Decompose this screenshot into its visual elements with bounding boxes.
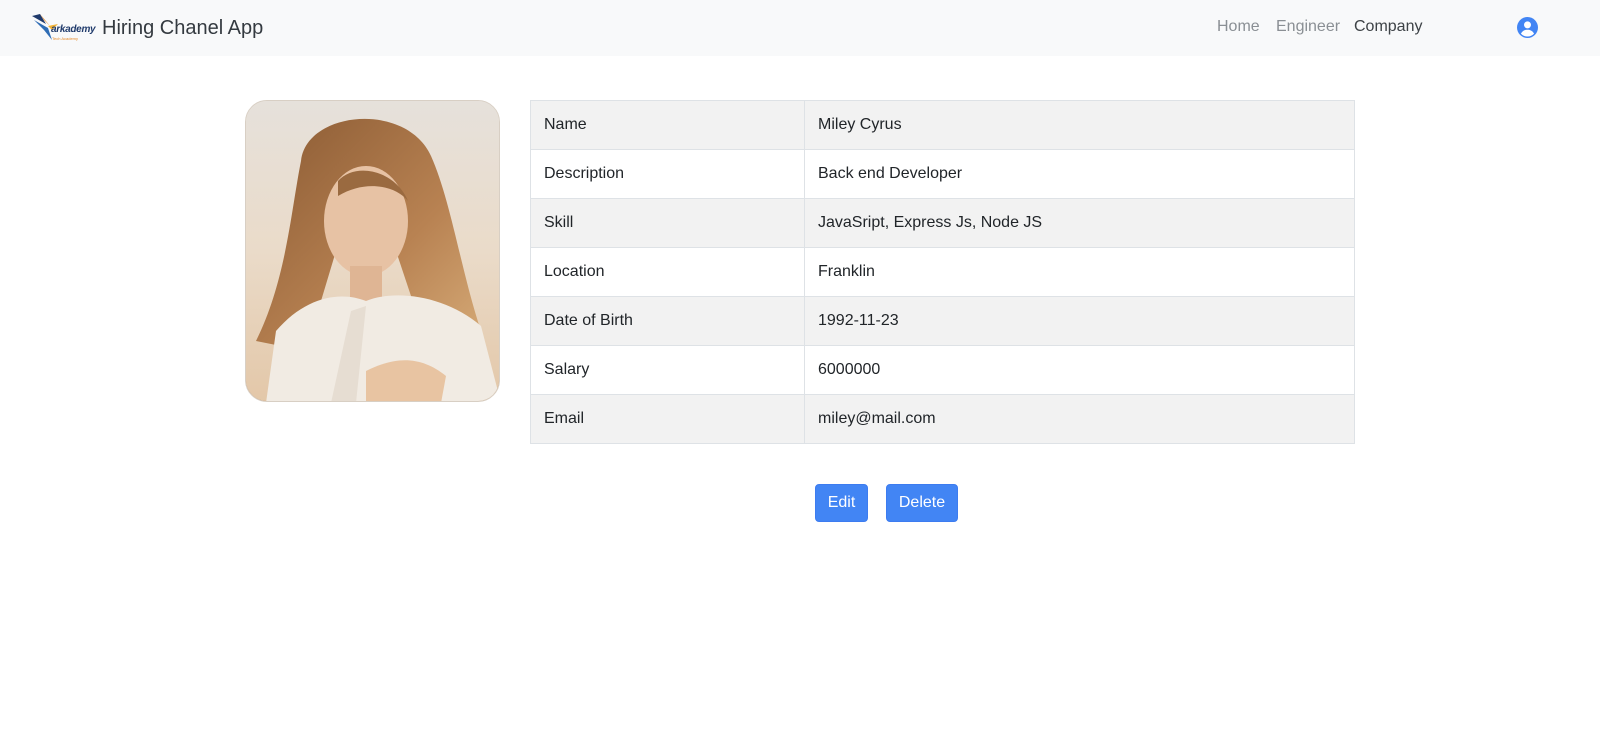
- table-row: Location Franklin: [530, 247, 1355, 297]
- user-circle-icon[interactable]: [1517, 17, 1538, 38]
- profile-photo: [245, 100, 500, 402]
- row-value: Franklin: [804, 247, 1355, 297]
- navbar: arkademy Tech Academy Hiring Chanel App …: [0, 0, 1600, 56]
- row-label: Description: [530, 149, 805, 199]
- row-label: Location: [530, 247, 805, 297]
- app-title: Hiring Chanel App: [102, 16, 264, 39]
- nav-home-link[interactable]: Home: [1217, 18, 1260, 36]
- edit-button[interactable]: Edit: [815, 484, 868, 522]
- row-value: JavaSript, Express Js, Node JS: [804, 198, 1355, 248]
- nav-company-link[interactable]: Company: [1354, 18, 1422, 36]
- brand[interactable]: arkademy Tech Academy Hiring Chanel App: [30, 10, 263, 46]
- table-row: Email miley@mail.com: [530, 394, 1355, 444]
- row-label: Date of Birth: [530, 296, 805, 346]
- logo-word: arkademy: [51, 24, 96, 35]
- table-row: Date of Birth 1992-11-23: [530, 296, 1355, 346]
- table-row: Skill JavaSript, Express Js, Node JS: [530, 198, 1355, 248]
- row-label: Email: [530, 394, 805, 444]
- row-value: Miley Cyrus: [804, 100, 1355, 150]
- table-row: Description Back end Developer: [530, 149, 1355, 199]
- row-value: Back end Developer: [804, 149, 1355, 199]
- table-row: Name Miley Cyrus: [530, 100, 1355, 150]
- arkademy-logo: arkademy Tech Academy: [30, 10, 98, 46]
- row-value: miley@mail.com: [804, 394, 1355, 444]
- row-label: Salary: [530, 345, 805, 395]
- table-row: Salary 6000000: [530, 345, 1355, 395]
- profile-details-table: Name Miley Cyrus Description Back end De…: [530, 100, 1355, 444]
- row-value: 6000000: [804, 345, 1355, 395]
- nav-engineer-link[interactable]: Engineer: [1276, 18, 1340, 36]
- row-label: Name: [530, 100, 805, 150]
- row-value: 1992-11-23: [804, 296, 1355, 346]
- row-label: Skill: [530, 198, 805, 248]
- logo-subtext: Tech Academy: [52, 36, 79, 41]
- delete-button[interactable]: Delete: [886, 484, 958, 522]
